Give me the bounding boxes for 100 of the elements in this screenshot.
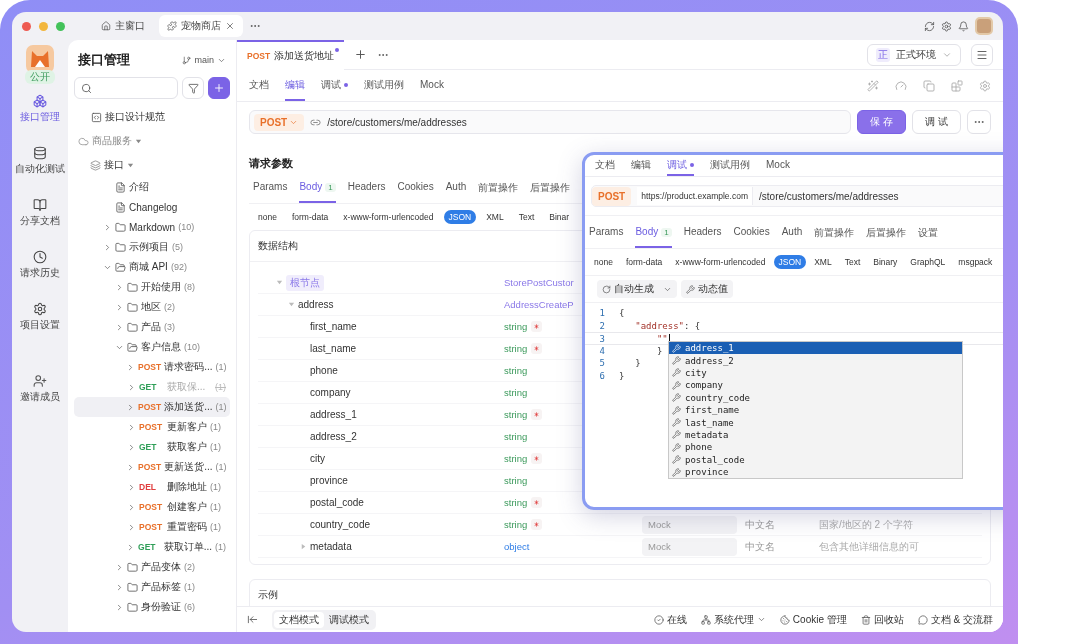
body-type-option[interactable]: none — [253, 210, 282, 224]
tree-item[interactable]: 商品服务 — [74, 129, 230, 153]
dynamic-value-button[interactable]: 动态值 — [681, 280, 733, 298]
tree-item[interactable]: 产品变体 (2) — [74, 557, 230, 577]
nav-item[interactable]: 邀请成员 — [20, 366, 60, 418]
nav-item[interactable]: 项目设置 — [20, 294, 60, 346]
menu-button[interactable] — [971, 43, 993, 66]
param-tab[interactable]: 后置操作 — [530, 177, 571, 203]
body-type-option[interactable]: Text — [513, 210, 540, 224]
suggestion-item[interactable]: city — [669, 366, 962, 380]
tree-item[interactable]: 开始使用 (8) — [74, 277, 230, 297]
close-window-icon[interactable] — [22, 21, 31, 31]
tree-item[interactable]: 产品 (3) — [74, 317, 230, 337]
avatar[interactable] — [975, 17, 993, 35]
caret-down-icon[interactable] — [135, 137, 142, 145]
url-field[interactable]: POST https://product.example.com /store/customers/me/addresses — [591, 185, 1003, 207]
add-tab-icon[interactable] — [354, 48, 368, 61]
body-type-option[interactable]: none — [589, 255, 618, 269]
body-type-option[interactable]: GraphQL — [905, 255, 951, 269]
caret-down-icon[interactable] — [275, 279, 283, 286]
param-tab[interactable]: Auth — [445, 177, 467, 203]
suggestion-item[interactable]: last_name — [669, 416, 962, 429]
body-type-option[interactable]: JSON — [443, 210, 477, 224]
window-tab[interactable]: 主窗口 — [93, 15, 153, 37]
tree-item[interactable]: 身份验证 (6) — [74, 597, 230, 617]
add-button[interactable] — [208, 77, 230, 99]
body-type-option[interactable]: XML — [481, 210, 509, 224]
body-type-option[interactable]: form-data — [620, 255, 668, 269]
tree-item[interactable]: 地区 (2) — [74, 297, 230, 317]
search-field[interactable] — [74, 77, 178, 99]
tree-item[interactable]: 介绍 — [74, 177, 230, 197]
caret-down-icon[interactable] — [287, 301, 295, 308]
save-button[interactable]: 保 存 — [857, 110, 907, 134]
endpoint-item[interactable]: POST 重置密码 (1) — [74, 517, 230, 537]
environment-selector[interactable]: 正 正式环境 — [867, 43, 961, 66]
tree-item[interactable]: 接口设计规范 — [74, 105, 230, 129]
suggestion-item[interactable]: address_1 — [669, 342, 962, 355]
title-field[interactable]: 中文名 — [743, 537, 813, 556]
url-field[interactable]: POST /store/customers/me/addresses — [249, 110, 852, 134]
param-tab[interactable]: 后置操作 — [866, 222, 907, 248]
debug-button[interactable]: 调 试 — [912, 110, 961, 134]
tree-item[interactable]: 示例项目 (5) — [74, 237, 230, 257]
suggestion-item[interactable]: company — [669, 379, 962, 392]
view-tab[interactable]: 文档 — [595, 155, 615, 176]
mock-field[interactable]: Mock — [642, 515, 737, 534]
view-tab[interactable]: 调试 — [667, 155, 694, 176]
nav-item[interactable]: 接口管理 — [20, 86, 60, 138]
body-type-option[interactable]: XML — [809, 255, 837, 269]
view-tab[interactable]: 测试用例 — [364, 70, 404, 101]
refresh-icon[interactable] — [924, 20, 935, 32]
tree-item[interactable]: 客户信息 (10) — [74, 337, 230, 357]
filter-button[interactable] — [182, 77, 204, 99]
suggestion-item[interactable]: metadata — [669, 428, 962, 442]
branch-selector[interactable]: main — [182, 55, 226, 65]
endpoint-item[interactable]: POST 更新送货... (1) — [74, 457, 230, 477]
mock-field[interactable]: Mock — [642, 537, 737, 556]
status-item[interactable]: 系统代理 — [700, 612, 766, 627]
view-tab[interactable]: 文档 — [249, 70, 269, 101]
nav-item[interactable]: 自动化测试 — [15, 138, 65, 190]
tree-item[interactable]: 接口 — [74, 153, 230, 177]
endpoint-item[interactable]: DEL 删除地址 (1) — [74, 477, 230, 497]
param-tab[interactable]: Headers — [683, 222, 722, 248]
param-tab[interactable]: Params — [589, 222, 624, 248]
auto-generate-button[interactable]: 自动生成 — [597, 280, 677, 298]
suggestion-item[interactable]: address_2 — [669, 354, 962, 367]
body-type-option[interactable]: Binar — [544, 210, 575, 224]
minimize-window-icon[interactable] — [39, 21, 48, 31]
param-tab[interactable]: 前置操作 — [478, 177, 519, 203]
suggestion-item[interactable]: country_code — [669, 391, 962, 404]
body-type-option[interactable]: form-data — [286, 210, 334, 224]
suggestion-item[interactable]: province — [669, 465, 962, 479]
title-field[interactable]: 中文名 — [743, 515, 813, 534]
status-item[interactable]: 回收站 — [860, 612, 904, 627]
collapse-icon[interactable] — [247, 614, 258, 625]
tree-item[interactable]: 商城 API (92) — [74, 257, 230, 277]
tree-item[interactable]: Markdown (10) — [74, 217, 230, 237]
more-button[interactable] — [967, 110, 991, 134]
view-tab[interactable]: Mock — [766, 155, 790, 176]
endpoint-item[interactable]: POST 添加送货... (1) — [74, 397, 230, 417]
param-tab[interactable]: Auth — [781, 222, 803, 248]
request-tab[interactable]: POST 添加送货地址 — [237, 39, 345, 70]
view-tab[interactable]: Mock — [420, 70, 444, 101]
settings-icon[interactable] — [941, 20, 952, 32]
param-tab[interactable]: Body 1 — [299, 177, 336, 203]
suggestion-item[interactable]: postal_code — [669, 453, 962, 466]
status-item[interactable]: 在线 — [653, 612, 687, 627]
endpoint-item[interactable]: GET 获取客户 (1) — [74, 437, 230, 457]
param-tab[interactable]: Cookies — [397, 177, 434, 203]
endpoint-item[interactable]: GET 获取订单... (1) — [74, 537, 230, 557]
caret-down-icon[interactable] — [127, 161, 134, 169]
window-tab[interactable]: 宠物商店 — [159, 15, 243, 37]
param-tab[interactable]: Body 1 — [635, 222, 672, 248]
tree-item[interactable]: Changelog — [74, 197, 230, 217]
body-type-option[interactable]: Text — [839, 255, 866, 269]
body-type-option[interactable]: Binary — [868, 255, 903, 269]
mode-tab[interactable]: 调试模式 — [324, 611, 374, 628]
nav-item[interactable]: 分享文档 — [20, 190, 60, 242]
tree-item[interactable]: 产品标签 (1) — [74, 577, 230, 597]
param-tab[interactable]: Params — [253, 177, 288, 203]
endpoint-item[interactable]: POST 请求密码... (1) — [74, 357, 230, 377]
